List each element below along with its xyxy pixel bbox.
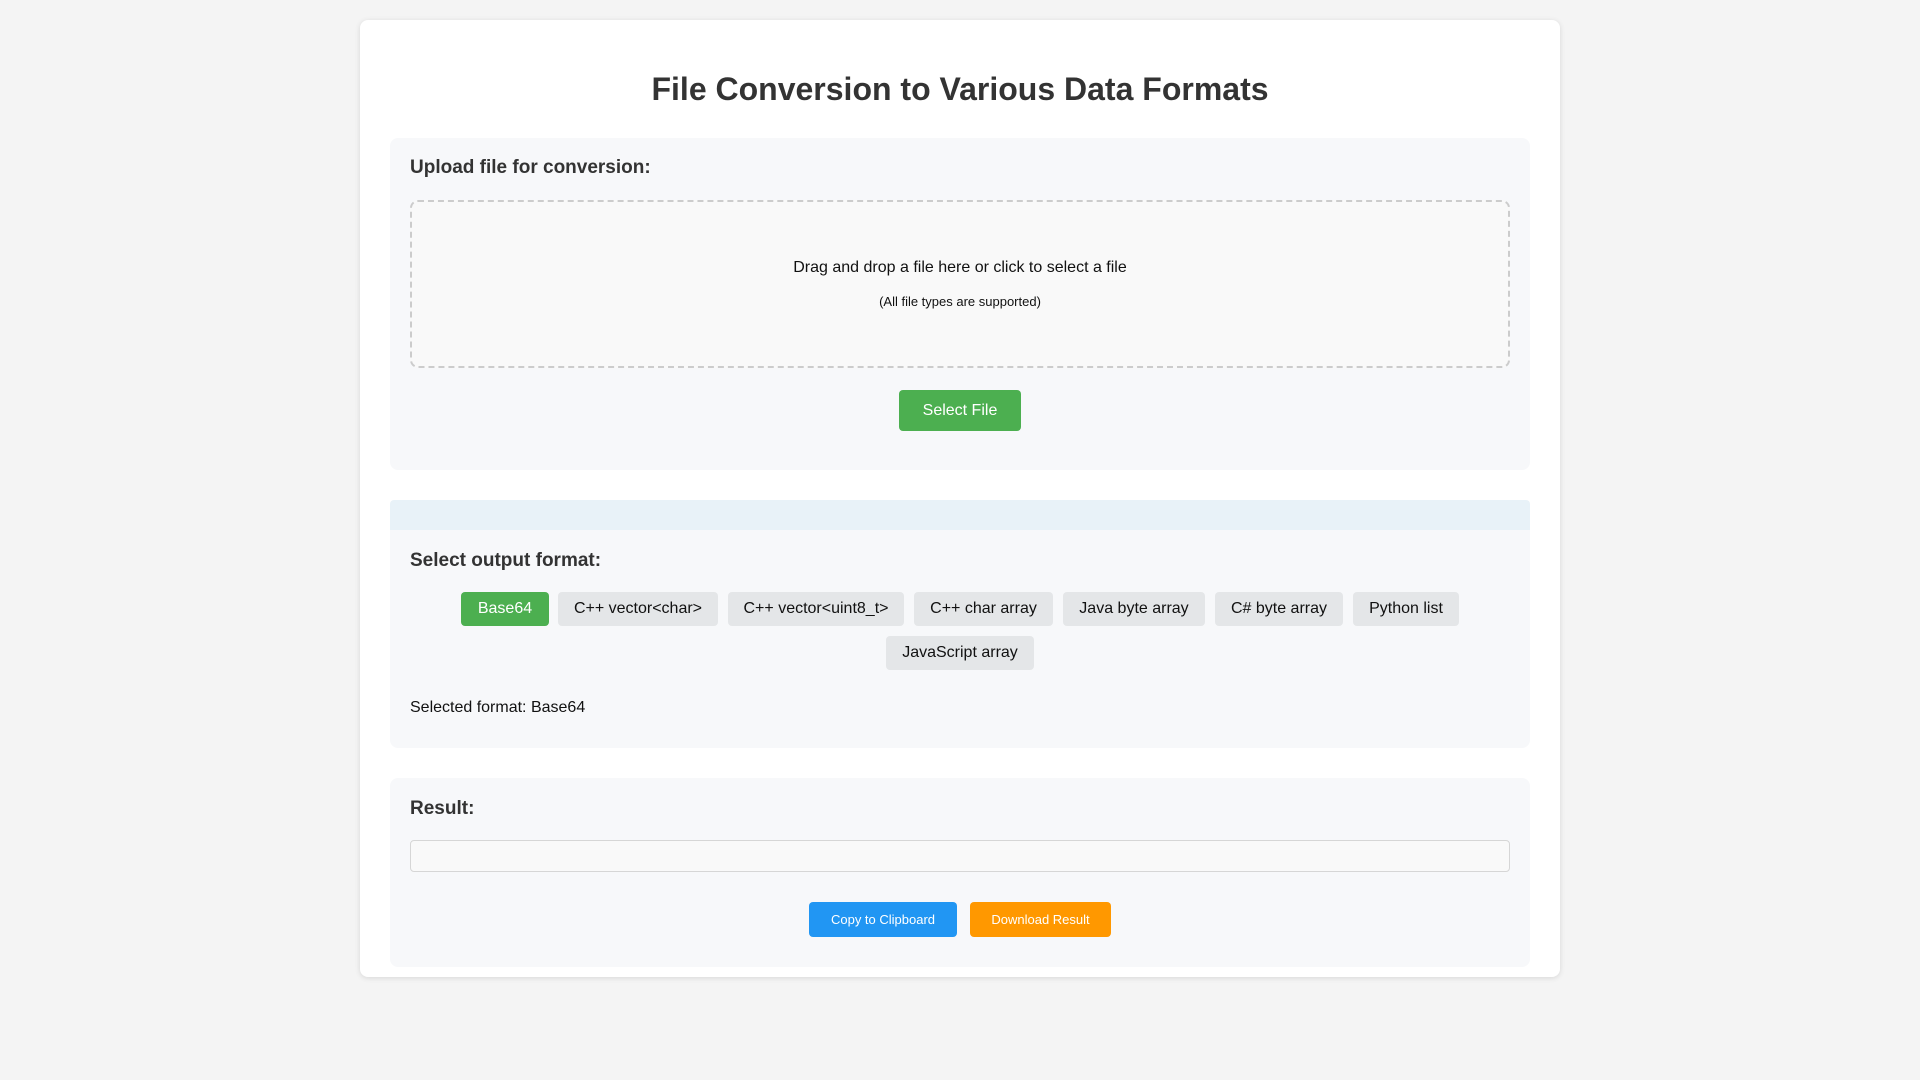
download-result-button[interactable]: Download Result: [970, 902, 1111, 937]
result-section: Result: Copy to Clipboard Download Resul…: [390, 778, 1530, 967]
format-option-cpp-char-array[interactable]: C++ char array: [914, 592, 1053, 626]
result-output-field[interactable]: [410, 840, 1510, 872]
format-option-java-byte-array[interactable]: Java byte array: [1063, 592, 1205, 626]
converter-card: File Conversion to Various Data Formats …: [360, 20, 1560, 977]
page-title: File Conversion to Various Data Formats: [651, 71, 1269, 107]
format-heading: Select output format:: [410, 550, 602, 571]
result-heading: Result:: [410, 798, 475, 819]
format-option-cpp-vector-uint8[interactable]: C++ vector<uint8_t>: [728, 592, 904, 626]
format-option-python-list[interactable]: Python list: [1353, 592, 1459, 626]
format-section: Select output format: Base64 C++ vector<…: [390, 530, 1530, 748]
upload-heading: Upload file for conversion:: [410, 157, 651, 178]
format-option-csharp-byte-array[interactable]: C# byte array: [1215, 592, 1343, 626]
format-option-javascript-array[interactable]: JavaScript array: [886, 636, 1034, 670]
upload-section: Upload file for conversion: Drag and dro…: [390, 138, 1530, 470]
file-dropzone[interactable]: Drag and drop a file here or click to se…: [410, 200, 1510, 368]
format-option-cpp-vector-char[interactable]: C++ vector<char>: [558, 592, 718, 626]
selected-format-text: Selected format: Base64: [410, 699, 586, 716]
dropzone-subtext: (All file types are supported): [879, 294, 1041, 309]
copy-to-clipboard-button[interactable]: Copy to Clipboard: [809, 902, 957, 937]
section-divider-bar: [390, 500, 1530, 530]
select-file-button[interactable]: Select File: [899, 390, 1021, 431]
format-option-base64[interactable]: Base64: [461, 592, 549, 626]
dropzone-text: Drag and drop a file here or click to se…: [793, 259, 1127, 276]
